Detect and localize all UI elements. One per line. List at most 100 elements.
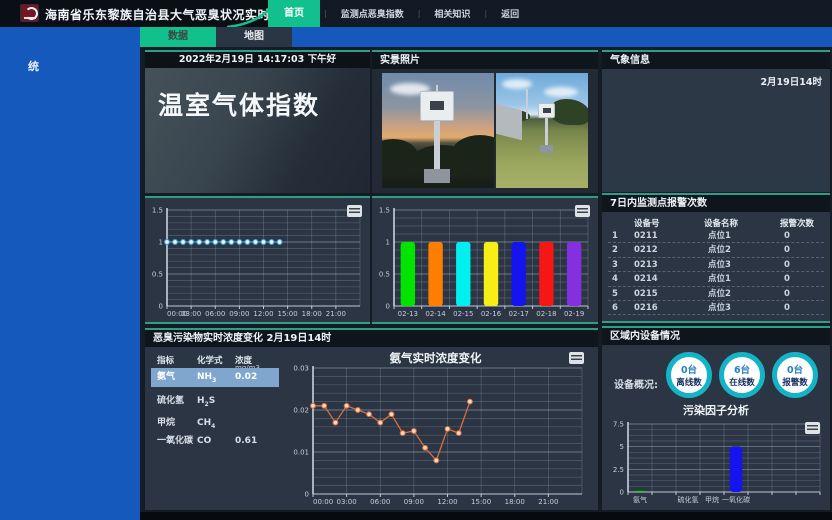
svg-text:0: 0: [620, 489, 624, 497]
svg-text:00:00: 00:00: [313, 498, 333, 506]
alarm-cell: 3: [612, 258, 618, 272]
svg-text:1.5: 1.5: [379, 207, 390, 215]
alarm-table-row: 50215点位20: [608, 287, 824, 301]
svg-text:1: 1: [386, 239, 390, 247]
photos-panel: 实景照片: [372, 50, 598, 193]
alarm-cell: 0: [784, 287, 790, 301]
daily-bar-chart-panel: 00.511.502-1302-1402-1502-1602-1702-1802…: [372, 196, 598, 324]
device-count-label: 离线数: [676, 376, 702, 388]
col-indicator: 指标: [157, 354, 174, 366]
svg-text:09:00: 09:00: [404, 498, 424, 506]
alarm-cell: 0213: [634, 258, 658, 272]
svg-text:02-19: 02-19: [564, 310, 584, 318]
svg-text:15:00: 15:00: [278, 310, 298, 318]
ammonia-line-chart: 00.010.020.0300:0003:0006:0009:0012:0015…: [283, 348, 594, 510]
odor-cell: H2S: [197, 392, 215, 414]
main-nav: 首页|监测点恶臭指数|相关知识|返回: [268, 0, 832, 27]
device-circle-0: 0台离线数: [666, 352, 712, 398]
odor-table-row[interactable]: 甲烷CH4: [151, 414, 279, 433]
alarm-cell: 5: [612, 287, 618, 301]
device-status-circles: 0台离线数6台在线数0台报警数: [666, 352, 818, 398]
weather-time: 2月19日14时: [760, 74, 822, 88]
col-device-name: 设备名称: [704, 217, 738, 229]
chart-menu-icon[interactable]: [575, 205, 590, 217]
svg-text:7.5: 7.5: [613, 421, 624, 429]
svg-text:2.5: 2.5: [613, 466, 624, 474]
svg-text:03:00: 03:00: [181, 310, 201, 318]
alarm-cell: 0212: [634, 243, 658, 257]
col-device-id: 设备号: [634, 217, 660, 229]
odor-panel: 恶臭污染物实时浓度变化 2月19日14时 指标 化学式 浓度mg/m3 氨气NH…: [145, 328, 598, 510]
device-overview-label: 设备概况:: [614, 376, 658, 391]
chart-menu-icon[interactable]: [347, 205, 362, 217]
alarm-cell: 0: [784, 229, 790, 243]
alarms-panel: 7日内监测点报警次数 设备号 设备名称 报警次数 10211点位1020212点…: [602, 193, 830, 323]
alarm-table-row: 30213点位30: [608, 258, 824, 272]
odor-panel-title: 恶臭污染物实时浓度变化 2月19日14时: [145, 330, 598, 347]
dashboard: 2022年2月19日 14:17:03 下午好 温室气体指数 实景照片: [140, 47, 832, 512]
svg-text:18:00: 18:00: [505, 498, 525, 506]
alarm-table-row: 10211点位10: [608, 229, 824, 243]
app-title-suffix: 统: [28, 58, 39, 74]
alarm-cell: 0: [784, 301, 790, 315]
alarm-table-row: 40214点位10: [608, 272, 824, 286]
odor-table-row[interactable]: 一氧化碳CO0.61: [151, 432, 279, 451]
svg-text:0.02: 0.02: [293, 407, 309, 415]
alarm-cell: 0: [784, 243, 790, 257]
site-photo-sunset: [382, 73, 494, 188]
svg-text:02-17: 02-17: [509, 310, 529, 318]
greenhouse-body: 温室气体指数: [145, 68, 370, 193]
alarm-cell: 点位1: [708, 229, 731, 243]
alarm-cell: 点位3: [708, 301, 731, 315]
svg-text:一氧化碳: 一氧化碳: [722, 495, 750, 504]
svg-text:06:00: 06:00: [370, 498, 390, 506]
daily-bar-chart: 00.511.502-1302-1402-1502-1602-1702-1802…: [372, 198, 598, 322]
svg-text:0: 0: [305, 491, 309, 499]
chart-menu-icon[interactable]: [805, 422, 820, 434]
svg-text:02-18: 02-18: [536, 310, 556, 318]
device-count: 6台: [734, 362, 750, 376]
alarm-cell: 0211: [634, 229, 658, 243]
alarms-table-body: 10211点位1020212点位2030213点位3040214点位105021…: [608, 229, 824, 315]
svg-text:12:00: 12:00: [437, 498, 457, 506]
nav-item-1[interactable]: 监测点恶臭指数: [327, 7, 418, 20]
odor-cell: 0.02: [235, 368, 257, 387]
left-blue-column: 统: [0, 27, 140, 520]
svg-text:甲烷: 甲烷: [705, 495, 719, 504]
device-count-label: 在线数: [729, 376, 755, 388]
nav-item-3[interactable]: 返回: [487, 7, 533, 20]
odor-table-row[interactable]: 氨气NH30.02: [151, 368, 279, 387]
greenhouse-title: 温室气体指数: [145, 68, 370, 122]
odor-cell: CO: [197, 432, 211, 451]
odor-cell: NH3: [197, 368, 216, 390]
alarm-cell: 0214: [634, 272, 658, 286]
alarm-cell: 0215: [634, 287, 658, 301]
device-count-label: 报警数: [782, 376, 808, 388]
nav-item-0[interactable]: 首页: [268, 0, 320, 27]
tab-0[interactable]: 数据: [140, 27, 216, 47]
svg-text:21:00: 21:00: [538, 498, 558, 506]
tab-1[interactable]: 地图: [216, 27, 292, 47]
nav-item-2[interactable]: 相关知识: [420, 7, 484, 20]
chart-menu-icon[interactable]: [569, 352, 584, 364]
svg-text:0.03: 0.03: [293, 365, 309, 373]
tab-bar: 数据地图: [140, 27, 832, 47]
devices-panel-title: 区域内设备情况: [602, 328, 830, 345]
top-header: 海南省乐东黎族自治县大气恶臭状况实时发布系 首页|监测点恶臭指数|相关知识|返回: [0, 0, 832, 27]
devices-panel: 区域内设备情况 设备概况: 0台离线数6台在线数0台报警数 污染因子分析 02.…: [602, 326, 830, 510]
svg-text:09:00: 09:00: [229, 310, 249, 318]
svg-text:氨气: 氨气: [633, 495, 647, 504]
svg-text:1: 1: [159, 239, 163, 247]
device-count: 0台: [681, 362, 697, 376]
alarm-cell: 2: [612, 243, 618, 257]
odor-table-row[interactable]: 硫化氢H2S: [151, 392, 279, 411]
svg-text:03:00: 03:00: [337, 498, 357, 506]
device-circle-2: 0台报警数: [772, 352, 818, 398]
photos-panel-title: 实景照片: [372, 52, 598, 69]
alarm-cell: 0: [784, 258, 790, 272]
svg-text:02-16: 02-16: [481, 310, 502, 318]
app-logo: [20, 4, 39, 22]
alarm-cell: 0216: [634, 301, 658, 315]
svg-text:06:00: 06:00: [205, 310, 225, 318]
svg-text:02-13: 02-13: [398, 310, 418, 318]
